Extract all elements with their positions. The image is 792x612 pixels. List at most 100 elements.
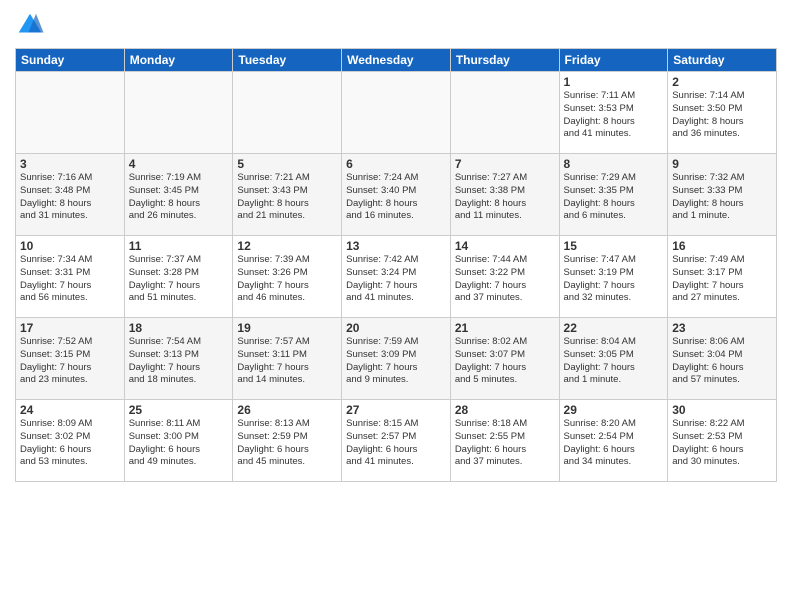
day-number: 11 <box>129 239 229 253</box>
logo <box>15 10 47 40</box>
day-info: Sunrise: 8:11 AM Sunset: 3:00 PM Dayligh… <box>129 418 229 469</box>
calendar-cell: 18Sunrise: 7:54 AM Sunset: 3:13 PM Dayli… <box>124 318 233 400</box>
day-info: Sunrise: 7:49 AM Sunset: 3:17 PM Dayligh… <box>672 254 772 305</box>
calendar-week-row: 3Sunrise: 7:16 AM Sunset: 3:48 PM Daylig… <box>16 154 777 236</box>
day-info: Sunrise: 8:02 AM Sunset: 3:07 PM Dayligh… <box>455 336 555 387</box>
day-info: Sunrise: 8:06 AM Sunset: 3:04 PM Dayligh… <box>672 336 772 387</box>
day-info: Sunrise: 8:13 AM Sunset: 2:59 PM Dayligh… <box>237 418 337 469</box>
day-info: Sunrise: 7:24 AM Sunset: 3:40 PM Dayligh… <box>346 172 446 223</box>
calendar-cell: 26Sunrise: 8:13 AM Sunset: 2:59 PM Dayli… <box>233 400 342 482</box>
day-number: 4 <box>129 157 229 171</box>
day-number: 17 <box>20 321 120 335</box>
day-info: Sunrise: 8:20 AM Sunset: 2:54 PM Dayligh… <box>564 418 664 469</box>
calendar-cell <box>124 72 233 154</box>
calendar-cell: 10Sunrise: 7:34 AM Sunset: 3:31 PM Dayli… <box>16 236 125 318</box>
day-number: 8 <box>564 157 664 171</box>
day-number: 20 <box>346 321 446 335</box>
day-info: Sunrise: 7:52 AM Sunset: 3:15 PM Dayligh… <box>20 336 120 387</box>
day-number: 6 <box>346 157 446 171</box>
day-info: Sunrise: 7:39 AM Sunset: 3:26 PM Dayligh… <box>237 254 337 305</box>
calendar-cell: 30Sunrise: 8:22 AM Sunset: 2:53 PM Dayli… <box>668 400 777 482</box>
day-number: 26 <box>237 403 337 417</box>
day-info: Sunrise: 7:54 AM Sunset: 3:13 PM Dayligh… <box>129 336 229 387</box>
day-number: 27 <box>346 403 446 417</box>
calendar-cell: 7Sunrise: 7:27 AM Sunset: 3:38 PM Daylig… <box>450 154 559 236</box>
day-info: Sunrise: 8:04 AM Sunset: 3:05 PM Dayligh… <box>564 336 664 387</box>
calendar-cell: 17Sunrise: 7:52 AM Sunset: 3:15 PM Dayli… <box>16 318 125 400</box>
calendar-cell: 13Sunrise: 7:42 AM Sunset: 3:24 PM Dayli… <box>342 236 451 318</box>
calendar-weekday-tuesday: Tuesday <box>233 49 342 72</box>
day-info: Sunrise: 7:32 AM Sunset: 3:33 PM Dayligh… <box>672 172 772 223</box>
calendar-table: SundayMondayTuesdayWednesdayThursdayFrid… <box>15 48 777 482</box>
calendar-week-row: 1Sunrise: 7:11 AM Sunset: 3:53 PM Daylig… <box>16 72 777 154</box>
calendar-cell: 29Sunrise: 8:20 AM Sunset: 2:54 PM Dayli… <box>559 400 668 482</box>
day-number: 15 <box>564 239 664 253</box>
day-number: 14 <box>455 239 555 253</box>
calendar-weekday-saturday: Saturday <box>668 49 777 72</box>
day-info: Sunrise: 8:09 AM Sunset: 3:02 PM Dayligh… <box>20 418 120 469</box>
day-number: 3 <box>20 157 120 171</box>
day-number: 18 <box>129 321 229 335</box>
calendar-cell: 19Sunrise: 7:57 AM Sunset: 3:11 PM Dayli… <box>233 318 342 400</box>
calendar-cell: 14Sunrise: 7:44 AM Sunset: 3:22 PM Dayli… <box>450 236 559 318</box>
calendar-cell: 27Sunrise: 8:15 AM Sunset: 2:57 PM Dayli… <box>342 400 451 482</box>
day-number: 23 <box>672 321 772 335</box>
day-number: 19 <box>237 321 337 335</box>
calendar-cell: 11Sunrise: 7:37 AM Sunset: 3:28 PM Dayli… <box>124 236 233 318</box>
day-number: 9 <box>672 157 772 171</box>
day-number: 7 <box>455 157 555 171</box>
day-number: 21 <box>455 321 555 335</box>
calendar-week-row: 17Sunrise: 7:52 AM Sunset: 3:15 PM Dayli… <box>16 318 777 400</box>
calendar-cell: 3Sunrise: 7:16 AM Sunset: 3:48 PM Daylig… <box>16 154 125 236</box>
day-info: Sunrise: 7:14 AM Sunset: 3:50 PM Dayligh… <box>672 90 772 141</box>
calendar-cell: 6Sunrise: 7:24 AM Sunset: 3:40 PM Daylig… <box>342 154 451 236</box>
day-info: Sunrise: 7:44 AM Sunset: 3:22 PM Dayligh… <box>455 254 555 305</box>
day-number: 24 <box>20 403 120 417</box>
calendar-weekday-monday: Monday <box>124 49 233 72</box>
day-info: Sunrise: 7:21 AM Sunset: 3:43 PM Dayligh… <box>237 172 337 223</box>
day-number: 28 <box>455 403 555 417</box>
day-info: Sunrise: 7:11 AM Sunset: 3:53 PM Dayligh… <box>564 90 664 141</box>
calendar-cell: 9Sunrise: 7:32 AM Sunset: 3:33 PM Daylig… <box>668 154 777 236</box>
calendar-cell <box>16 72 125 154</box>
day-info: Sunrise: 7:37 AM Sunset: 3:28 PM Dayligh… <box>129 254 229 305</box>
day-info: Sunrise: 7:47 AM Sunset: 3:19 PM Dayligh… <box>564 254 664 305</box>
calendar-cell: 4Sunrise: 7:19 AM Sunset: 3:45 PM Daylig… <box>124 154 233 236</box>
calendar-cell: 24Sunrise: 8:09 AM Sunset: 3:02 PM Dayli… <box>16 400 125 482</box>
calendar-cell: 15Sunrise: 7:47 AM Sunset: 3:19 PM Dayli… <box>559 236 668 318</box>
day-info: Sunrise: 7:16 AM Sunset: 3:48 PM Dayligh… <box>20 172 120 223</box>
calendar-cell: 25Sunrise: 8:11 AM Sunset: 3:00 PM Dayli… <box>124 400 233 482</box>
calendar-cell: 16Sunrise: 7:49 AM Sunset: 3:17 PM Dayli… <box>668 236 777 318</box>
header <box>15 10 777 40</box>
day-number: 5 <box>237 157 337 171</box>
day-info: Sunrise: 7:29 AM Sunset: 3:35 PM Dayligh… <box>564 172 664 223</box>
calendar-cell <box>450 72 559 154</box>
day-number: 2 <box>672 75 772 89</box>
day-number: 13 <box>346 239 446 253</box>
calendar-week-row: 24Sunrise: 8:09 AM Sunset: 3:02 PM Dayli… <box>16 400 777 482</box>
calendar-cell <box>233 72 342 154</box>
day-info: Sunrise: 8:22 AM Sunset: 2:53 PM Dayligh… <box>672 418 772 469</box>
day-number: 25 <box>129 403 229 417</box>
day-info: Sunrise: 7:34 AM Sunset: 3:31 PM Dayligh… <box>20 254 120 305</box>
calendar-cell: 12Sunrise: 7:39 AM Sunset: 3:26 PM Dayli… <box>233 236 342 318</box>
calendar-cell: 28Sunrise: 8:18 AM Sunset: 2:55 PM Dayli… <box>450 400 559 482</box>
calendar-weekday-wednesday: Wednesday <box>342 49 451 72</box>
calendar-cell: 8Sunrise: 7:29 AM Sunset: 3:35 PM Daylig… <box>559 154 668 236</box>
day-info: Sunrise: 7:42 AM Sunset: 3:24 PM Dayligh… <box>346 254 446 305</box>
logo-icon <box>15 10 45 40</box>
day-number: 12 <box>237 239 337 253</box>
calendar-cell: 23Sunrise: 8:06 AM Sunset: 3:04 PM Dayli… <box>668 318 777 400</box>
day-info: Sunrise: 8:15 AM Sunset: 2:57 PM Dayligh… <box>346 418 446 469</box>
day-number: 30 <box>672 403 772 417</box>
calendar-weekday-friday: Friday <box>559 49 668 72</box>
calendar-weekday-thursday: Thursday <box>450 49 559 72</box>
day-number: 16 <box>672 239 772 253</box>
day-info: Sunrise: 7:19 AM Sunset: 3:45 PM Dayligh… <box>129 172 229 223</box>
calendar-cell <box>342 72 451 154</box>
calendar-header-row: SundayMondayTuesdayWednesdayThursdayFrid… <box>16 49 777 72</box>
day-number: 22 <box>564 321 664 335</box>
calendar-cell: 22Sunrise: 8:04 AM Sunset: 3:05 PM Dayli… <box>559 318 668 400</box>
calendar-cell: 20Sunrise: 7:59 AM Sunset: 3:09 PM Dayli… <box>342 318 451 400</box>
day-number: 1 <box>564 75 664 89</box>
